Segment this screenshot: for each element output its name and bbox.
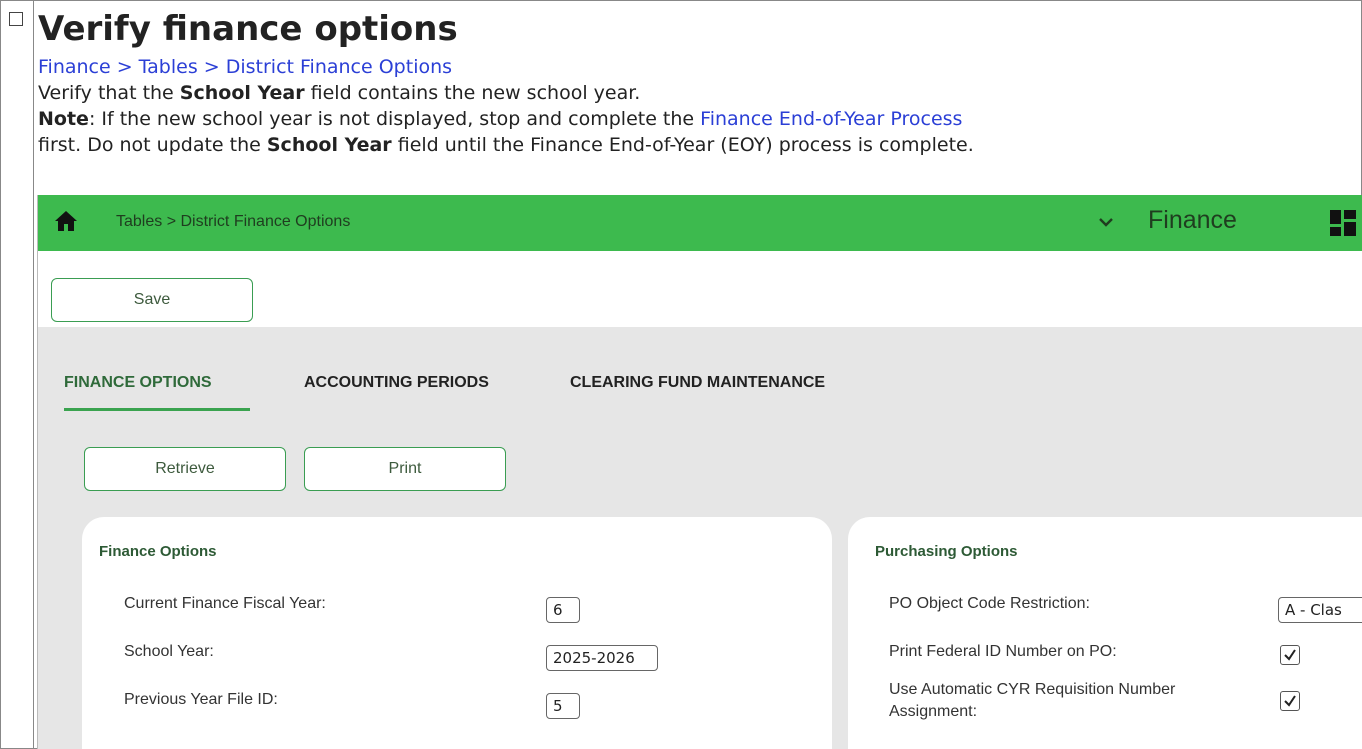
po-object-code-label: PO Object Code Restriction:: [889, 595, 1090, 612]
auto-cyr-requisition-label: Use Automatic CYR Requisition Number: [889, 681, 1176, 698]
module-name[interactable]: Finance: [1148, 206, 1237, 235]
active-tab-indicator: [64, 408, 250, 411]
print-federal-id-checkbox[interactable]: [1280, 645, 1300, 665]
previous-year-file-id-input[interactable]: 5: [546, 693, 580, 719]
school-year-input[interactable]: 2025-2026: [546, 645, 658, 671]
note-line: Note: If the new school year is not disp…: [38, 106, 1358, 132]
purchasing-options-panel: Purchasing Options PO Object Code Restri…: [848, 517, 1362, 749]
note-line-continued: first. Do not update the School Year fie…: [38, 132, 1358, 158]
text: field until the Finance End-of-Year (EOY…: [391, 134, 974, 156]
breadcrumb-link[interactable]: Finance > Tables > District Finance Opti…: [38, 56, 452, 78]
check-icon: [1284, 649, 1296, 661]
panel-title: Finance Options: [99, 543, 217, 560]
app-header: Tables > District Finance Options Financ…: [38, 195, 1362, 251]
step-checkbox[interactable]: [9, 12, 23, 26]
bold-text: School Year: [266, 134, 392, 156]
panel-title: Purchasing Options: [875, 543, 1018, 560]
retrieve-button[interactable]: Retrieve: [84, 447, 286, 491]
page-title: Verify finance options: [38, 9, 458, 49]
eoy-process-link[interactable]: Finance End-of-Year Process: [700, 108, 962, 130]
tab-finance-options[interactable]: FINANCE OPTIONS: [64, 374, 212, 392]
current-fiscal-year-label: Current Finance Fiscal Year:: [124, 595, 326, 612]
tab-accounting-periods[interactable]: ACCOUNTING PERIODS: [304, 374, 489, 392]
text: first. Do not update the: [38, 134, 267, 156]
previous-year-file-id-label: Previous Year File ID:: [124, 691, 278, 708]
po-object-code-select[interactable]: A - Clas: [1278, 597, 1362, 623]
finance-options-panel: Finance Options Current Finance Fiscal Y…: [82, 517, 832, 749]
instruction-line: Verify that the School Year field contai…: [38, 80, 1358, 106]
tab-clearing-fund-maintenance[interactable]: CLEARING FUND MAINTENANCE: [570, 374, 825, 392]
save-button[interactable]: Save: [51, 278, 253, 322]
text: field contains the new school year.: [304, 82, 641, 104]
home-icon[interactable]: [54, 210, 78, 232]
auto-cyr-requisition-checkbox[interactable]: [1280, 691, 1300, 711]
apps-grid-icon[interactable]: [1330, 210, 1356, 241]
doc-content: Verify finance options Finance > Tables …: [38, 4, 1358, 158]
app-breadcrumb: Tables > District Finance Options: [116, 213, 351, 230]
bold-text: School Year: [179, 82, 305, 104]
school-year-label: School Year:: [124, 643, 214, 660]
check-icon: [1284, 695, 1296, 707]
print-federal-id-label: Print Federal ID Number on PO:: [889, 643, 1117, 660]
note-label: Note: [38, 108, 89, 130]
main-content: FINANCE OPTIONS ACCOUNTING PERIODS CLEAR…: [38, 327, 1362, 749]
table-column-divider: [33, 0, 34, 749]
toolbar: Save: [38, 251, 1362, 327]
auto-cyr-requisition-label-2: Assignment:: [889, 703, 978, 720]
chevron-down-icon[interactable]: [1098, 215, 1114, 233]
print-button[interactable]: Print: [304, 447, 506, 491]
breadcrumb-line: Finance > Tables > District Finance Opti…: [38, 54, 1358, 80]
text: : If the new school year is not displaye…: [88, 108, 701, 130]
text: Verify that the: [38, 82, 180, 104]
app-screenshot: Tables > District Finance Options Financ…: [37, 195, 1362, 749]
current-fiscal-year-input[interactable]: 6: [546, 597, 580, 623]
